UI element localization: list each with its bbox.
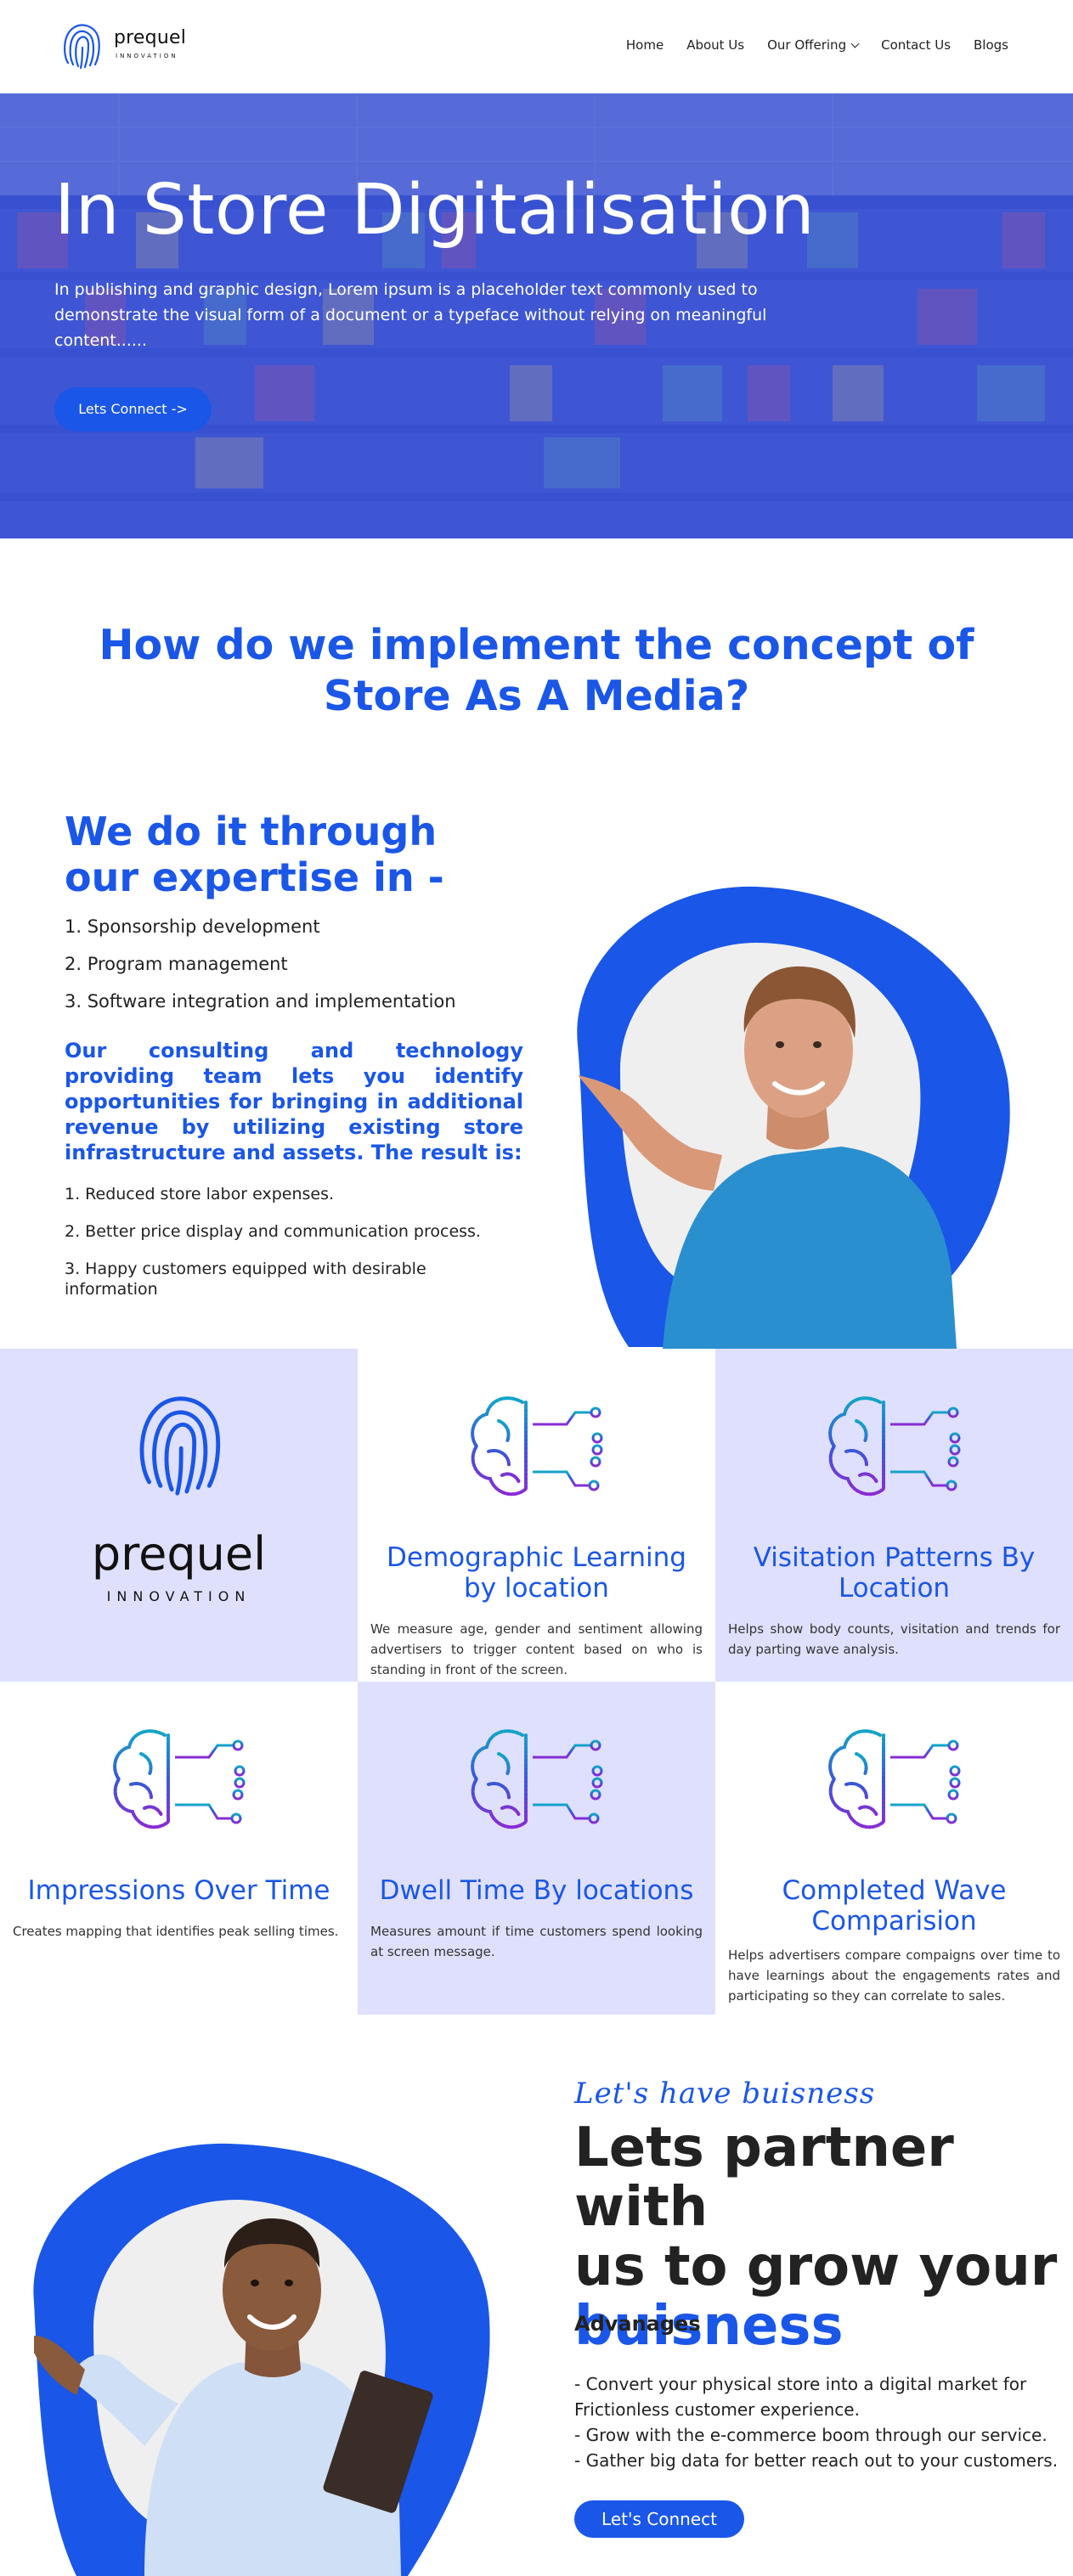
card-title: Dwell Time By locations — [379, 1875, 694, 1906]
logo-subtitle: INNOVATION — [116, 53, 178, 59]
card-title: Demographic Learning by location — [387, 1542, 686, 1604]
hero-title: In Store Digitalisation — [54, 170, 816, 251]
nav-about-us[interactable]: About Us — [686, 37, 744, 53]
list-item: - Grow with the e-commerce boom through … — [574, 2425, 1048, 2445]
site-header: prequel INNOVATION Home About Us Our Off… — [0, 0, 1073, 93]
feature-card-visitation: Visitation Patterns By Location Helps sh… — [715, 1349, 1073, 1682]
nav-home[interactable]: Home — [626, 37, 664, 53]
section-title-how: How do we implement the concept of Store… — [99, 621, 974, 720]
card-description: Helps advertisers compare compaigns over… — [728, 1948, 1060, 2004]
consulting-paragraph: Our consulting and technology providing … — [65, 1039, 523, 1164]
list-item: 2. Program management — [65, 954, 288, 974]
nav-our-offering-label: Our Offering — [767, 37, 847, 53]
list-item: 3. Happy customers equipped with desirab… — [65, 1260, 426, 1299]
nav-contact-us[interactable]: Contact Us — [881, 37, 951, 53]
list-item: 1. Sponsorship development — [65, 916, 320, 937]
list-item: 1. Reduced store labor expenses. — [65, 1185, 335, 1203]
nav-blogs[interactable]: Blogs — [974, 37, 1008, 53]
logo-wordmark: prequel — [114, 27, 187, 48]
lets-connect-button[interactable]: Lets Connect -> — [54, 387, 212, 431]
script-tagline: Let's have buisness — [574, 2077, 876, 2111]
feature-card-dwell-time: Dwell Time By locations Measures amount … — [358, 1682, 715, 2015]
hero-section: In Store Digitalisation In publishing an… — [0, 93, 1073, 538]
headline-line: Lets partner with — [574, 2117, 954, 2239]
pointing-man-image — [577, 886, 1010, 1349]
card-description: Helps show body counts, visitation and t… — [728, 1621, 1060, 1657]
brain-circuit-icon — [112, 1729, 245, 1829]
list-item: - Convert your physical store into a dig… — [574, 2374, 1027, 2420]
list-item: 3. Software integration and implementati… — [65, 991, 456, 1012]
list-item: 2. Better price display and communicatio… — [65, 1222, 481, 1241]
card-title: Impressions Over Time — [27, 1875, 330, 1906]
feature-card-wave-comparison: Completed Wave Comparision Helps adverti… — [715, 1682, 1073, 2015]
chevron-down-icon — [850, 39, 860, 48]
feature-card-impressions: Impressions Over Time Creates mapping th… — [0, 1682, 358, 2015]
feature-grid: prequel INNOVATION Demographic Learning … — [0, 1349, 1073, 2015]
nav-our-offering[interactable]: Our Offering — [767, 37, 860, 53]
brain-circuit-icon — [470, 1729, 602, 1829]
brain-circuit-icon — [827, 1396, 960, 1497]
card-description: Measures amount if time customers spend … — [370, 1924, 703, 1959]
card-description: We measure age, gender and sentiment all… — [370, 1621, 703, 1677]
hero-description: In publishing and graphic design, Lorem … — [54, 280, 767, 350]
results-list: 1. Reduced store labor expenses. 2. Bett… — [65, 1184, 523, 1316]
fingerprint-logo-icon — [139, 1396, 221, 1496]
card-title: Completed Wave Comparision — [782, 1875, 1007, 1936]
brand-subtitle: INNOVATION — [106, 1588, 251, 1604]
advantages-title: Advanages — [574, 2312, 701, 2336]
expertise-list: 1. Sponsorship development 2. Program ma… — [65, 916, 540, 1028]
main-nav: Home About Us Our Offering Contact Us Bl… — [626, 37, 1008, 53]
fingerprint-logo-icon — [63, 24, 100, 70]
feature-card-demographic: Demographic Learning by location We meas… — [358, 1349, 715, 1682]
brand-wordmark: prequel — [91, 1527, 267, 1581]
logo[interactable]: prequel INNOVATION — [61, 20, 197, 73]
brand-card: prequel INNOVATION — [0, 1349, 358, 1682]
expertise-title: We do it through our expertise in - — [65, 809, 444, 900]
advantages-list: - Convert your physical store into a dig… — [574, 2371, 1067, 2473]
list-item: - Gather big data for better reach out t… — [574, 2450, 1059, 2471]
card-title: Visitation Patterns By Location — [753, 1542, 1036, 1604]
headline-line: us to grow your — [574, 2235, 1058, 2298]
card-description: Creates mapping that identifies peak sel… — [13, 1924, 339, 1939]
brain-circuit-icon — [470, 1396, 602, 1497]
brain-circuit-icon — [827, 1729, 960, 1829]
handshake-man-image — [33, 2143, 490, 2576]
lets-connect-bottom-button[interactable]: Let's Connect — [574, 2500, 744, 2538]
